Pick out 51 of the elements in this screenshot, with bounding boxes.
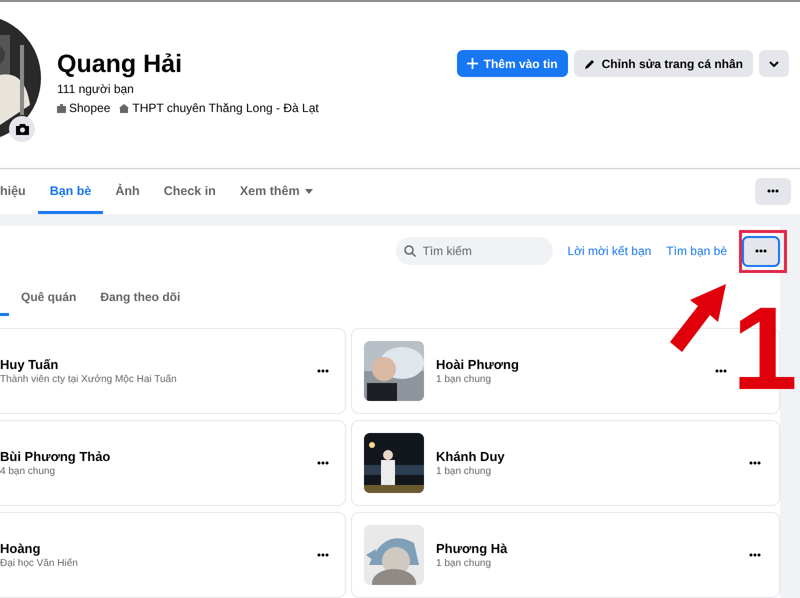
friend-name[interactable]: Hoài Phương — [436, 357, 709, 372]
friend-name[interactable]: Phương Hà — [436, 541, 743, 556]
dropdown-button[interactable] — [759, 50, 789, 77]
step-number: 1 — [732, 305, 798, 393]
more-icon — [317, 461, 329, 465]
search-input[interactable]: Tìm kiếm — [420, 243, 545, 259]
friends-link[interactable]: Tìm bạn bè — [666, 244, 727, 258]
friend-info: Đại học Văn Hiến — [0, 558, 79, 569]
profile-tab[interactable]: Xem thêm — [228, 168, 325, 214]
more-button[interactable] — [755, 178, 791, 205]
friend-name[interactable]: Huy Tuấn — [0, 357, 311, 372]
friend-info: 1 bạn chung — [436, 374, 492, 385]
profile-name: Quang Hải — [57, 49, 184, 79]
friends-link[interactable]: Lời mời kết bạn — [568, 244, 652, 258]
chevron-down-icon — [769, 60, 779, 66]
more-icon — [749, 461, 761, 465]
profile-tab[interactable]: Bạn bè — [38, 168, 104, 214]
profile-button[interactable]: Thêm vào tin — [456, 50, 568, 77]
search-icon — [404, 245, 416, 257]
profile-tab[interactable]: hiệu — [0, 168, 38, 214]
more-icon — [317, 369, 329, 373]
more-icon — [317, 553, 329, 557]
profile-tab[interactable]: Ảnh — [103, 168, 152, 214]
profile-detail: Shopee — [69, 101, 110, 115]
more-icon — [767, 189, 779, 194]
profile-tab[interactable]: Check in — [152, 168, 228, 214]
pencil-icon — [584, 58, 596, 70]
briefcase-icon — [57, 104, 66, 112]
plus-icon — [466, 58, 478, 69]
highlight-frame — [739, 230, 787, 273]
more-icon — [749, 553, 761, 557]
friend-count: 111 người bạn — [57, 82, 135, 96]
more-icon — [715, 369, 727, 373]
friends-filter-tab[interactable]: Quê quán — [9, 278, 88, 316]
friends-filter-tab[interactable]: Đang theo dõi — [88, 278, 192, 316]
camera-button[interactable] — [9, 116, 35, 142]
friend-name[interactable]: Khánh Duy — [436, 449, 743, 464]
school-icon — [119, 104, 130, 112]
arrow — [668, 282, 728, 352]
friend-name[interactable]: Hoàng — [0, 541, 311, 556]
search-field[interactable]: Tìm kiếm — [396, 237, 553, 265]
more-button[interactable] — [742, 236, 780, 266]
profile-button[interactable]: Chỉnh sửa trang cá nhân — [574, 50, 753, 77]
profile-detail: THPT chuyên Thăng Long - Đà Lạt — [132, 101, 319, 115]
more-icon — [755, 249, 767, 253]
friend-info: 1 bạn chung — [436, 466, 492, 477]
friend-name[interactable]: Bùi Phương Thảo — [0, 449, 311, 464]
friend-info: 4 bạn chung — [0, 466, 56, 477]
friend-info: 1 bạn chung — [436, 558, 492, 569]
camera-icon — [16, 124, 28, 134]
friend-info: Thành viên cty tại Xưởng Mộc Hai Tuấn — [0, 374, 178, 385]
